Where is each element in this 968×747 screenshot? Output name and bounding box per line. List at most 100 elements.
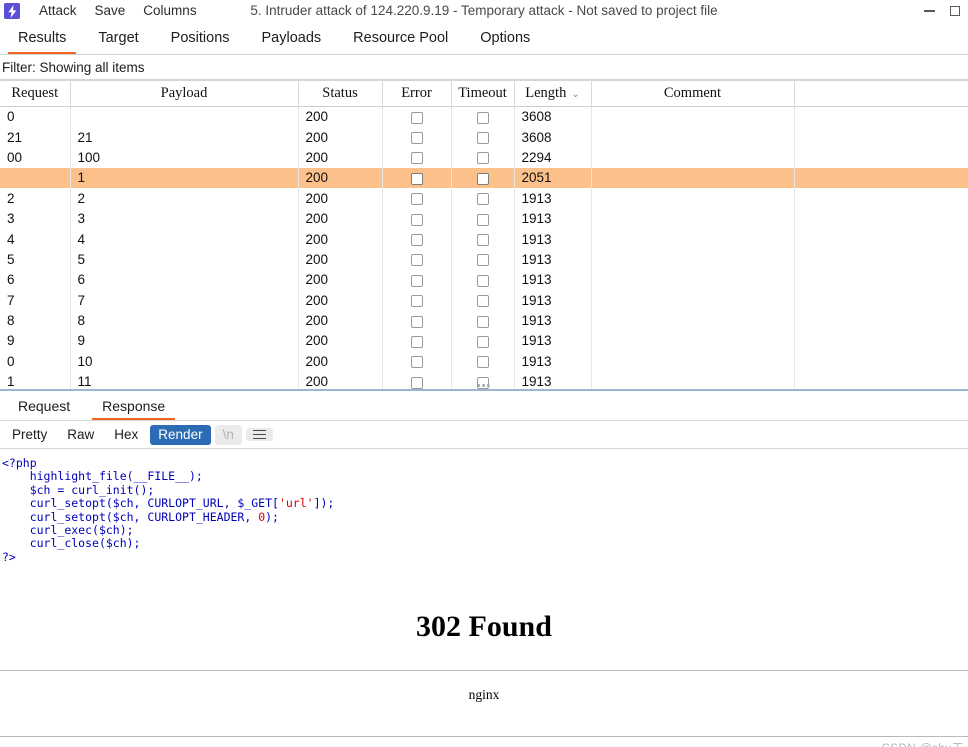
cell-error-checkbox[interactable] bbox=[382, 188, 452, 209]
cell-timeout-checkbox[interactable] bbox=[451, 228, 515, 250]
cell-timeout-checkbox[interactable] bbox=[451, 351, 515, 372]
cell-error-checkbox[interactable] bbox=[382, 126, 452, 148]
cell-error-checkbox[interactable] bbox=[382, 228, 452, 250]
tab-response[interactable]: Response bbox=[86, 391, 181, 420]
table-row[interactable]: 21 21 200 3608 bbox=[0, 126, 968, 148]
cell-error-checkbox[interactable] bbox=[382, 106, 452, 127]
tab-request[interactable]: Request bbox=[2, 391, 86, 420]
cell-error-checkbox[interactable] bbox=[382, 351, 452, 372]
table-row[interactable]: 0 10 200 1913 bbox=[0, 351, 968, 372]
tab-payloads[interactable]: Payloads bbox=[246, 22, 338, 54]
tab-results[interactable]: Results bbox=[2, 22, 82, 54]
checkbox-icon[interactable] bbox=[476, 315, 489, 328]
cell-timeout-checkbox[interactable] bbox=[451, 208, 515, 229]
checkbox-icon[interactable] bbox=[410, 274, 423, 287]
checkbox-icon[interactable] bbox=[410, 233, 423, 246]
column-header-request[interactable]: Request bbox=[0, 80, 71, 107]
checkbox-icon[interactable] bbox=[476, 254, 489, 267]
table-row[interactable]: 7 7 200 1913 bbox=[0, 290, 968, 311]
checkbox-icon[interactable] bbox=[476, 132, 489, 145]
checkbox-icon[interactable] bbox=[476, 295, 489, 308]
cell-timeout-checkbox[interactable] bbox=[451, 167, 515, 189]
view-raw-button[interactable]: Raw bbox=[59, 425, 102, 445]
cell-timeout-checkbox[interactable] bbox=[451, 126, 515, 148]
tab-positions[interactable]: Positions bbox=[155, 22, 246, 54]
checkbox-icon[interactable] bbox=[476, 172, 489, 185]
table-row[interactable]: 9 9 200 1913 bbox=[0, 330, 968, 352]
checkbox-icon[interactable] bbox=[410, 295, 423, 308]
column-header-status[interactable]: Status bbox=[298, 80, 383, 107]
menu-attack[interactable]: Attack bbox=[30, 0, 86, 22]
checkbox-icon[interactable] bbox=[410, 193, 423, 206]
table-row[interactable]: 00 100 200 2294 bbox=[0, 147, 968, 168]
table-row[interactable]: 3 3 200 1913 bbox=[0, 208, 968, 229]
cell-error-checkbox[interactable] bbox=[382, 290, 452, 311]
column-header-comment[interactable]: Comment bbox=[591, 80, 795, 107]
cell-timeout-checkbox[interactable] bbox=[451, 188, 515, 209]
column-header-length[interactable]: Length ⌄ bbox=[514, 80, 592, 107]
cell-timeout-checkbox[interactable] bbox=[451, 290, 515, 311]
table-row[interactable]: 2 2 200 1913 bbox=[0, 188, 968, 209]
checkbox-icon[interactable] bbox=[410, 315, 423, 328]
table-row[interactable]: 0 200 3608 bbox=[0, 106, 968, 127]
filter-bar[interactable]: Filter: Showing all items bbox=[0, 55, 968, 80]
menu-columns[interactable]: Columns bbox=[134, 0, 205, 22]
checkbox-icon[interactable] bbox=[410, 111, 423, 124]
table-row[interactable]: 5 5 200 1913 bbox=[0, 249, 968, 270]
column-header-timeout[interactable]: Timeout bbox=[451, 80, 515, 107]
minimize-button[interactable] bbox=[908, 0, 950, 22]
column-header-payload[interactable]: Payload bbox=[70, 80, 299, 107]
checkbox-icon[interactable] bbox=[476, 213, 489, 226]
cell-error-checkbox[interactable] bbox=[382, 330, 452, 352]
cell-timeout-checkbox[interactable] bbox=[451, 269, 515, 291]
cell-timeout-checkbox[interactable] bbox=[451, 310, 515, 331]
cell-filler bbox=[794, 229, 968, 249]
cell-error-checkbox[interactable] bbox=[382, 269, 452, 291]
checkbox-icon[interactable] bbox=[410, 152, 423, 165]
code-token: curl_setopt($ch, CURLOPT_URL, $_GET[ bbox=[29, 496, 279, 511]
table-row[interactable]: 6 6 200 1913 bbox=[0, 269, 968, 291]
checkbox-icon[interactable] bbox=[410, 356, 423, 369]
checkbox-icon[interactable] bbox=[410, 254, 423, 267]
column-header-error[interactable]: Error bbox=[382, 80, 452, 107]
cell-error-checkbox[interactable] bbox=[382, 249, 452, 270]
view-newline-button[interactable]: \n bbox=[214, 424, 242, 445]
cell-status: 200 bbox=[298, 249, 383, 270]
maximize-button[interactable] bbox=[950, 0, 968, 22]
tab-resource-pool[interactable]: Resource Pool bbox=[337, 22, 464, 54]
checkbox-icon[interactable] bbox=[410, 376, 423, 389]
hamburger-menu-icon[interactable] bbox=[245, 427, 273, 442]
tab-target[interactable]: Target bbox=[82, 22, 154, 54]
cell-error-checkbox[interactable] bbox=[382, 310, 452, 331]
checkbox-icon[interactable] bbox=[410, 213, 423, 226]
results-table-container[interactable]: Request Payload Status Error Timeout Len… bbox=[0, 80, 968, 391]
checkbox-icon[interactable] bbox=[476, 335, 489, 348]
cell-timeout-checkbox[interactable] bbox=[451, 106, 515, 127]
tab-options[interactable]: Options bbox=[464, 22, 546, 54]
table-row[interactable]: 8 8 200 1913 bbox=[0, 310, 968, 331]
view-hex-button[interactable]: Hex bbox=[106, 425, 146, 445]
checkbox-icon[interactable] bbox=[476, 193, 489, 206]
cell-error-checkbox[interactable] bbox=[382, 167, 452, 189]
table-row[interactable]: 1 200 2051 bbox=[0, 167, 968, 189]
cell-timeout-checkbox[interactable] bbox=[451, 330, 515, 352]
cell-timeout-checkbox[interactable] bbox=[451, 147, 515, 168]
checkbox-icon[interactable] bbox=[410, 132, 423, 145]
checkbox-icon[interactable] bbox=[476, 356, 489, 369]
table-row[interactable]: 4 4 200 1913 bbox=[0, 228, 968, 250]
checkbox-icon[interactable] bbox=[410, 172, 423, 185]
view-render-button[interactable]: Render bbox=[150, 424, 211, 445]
view-pretty-button[interactable]: Pretty bbox=[4, 425, 55, 445]
checkbox-icon[interactable] bbox=[476, 233, 489, 246]
cell-error-checkbox[interactable] bbox=[382, 208, 452, 229]
cell-timeout-checkbox[interactable] bbox=[451, 249, 515, 270]
menu-save[interactable]: Save bbox=[86, 0, 135, 22]
checkbox-icon[interactable] bbox=[476, 274, 489, 287]
cell-error-checkbox[interactable] bbox=[382, 147, 452, 168]
response-render-pane[interactable]: <?php highlight_file(__FILE__); $ch = cu… bbox=[0, 449, 968, 737]
code-token: <?php bbox=[2, 456, 37, 470]
checkbox-icon[interactable] bbox=[476, 111, 489, 124]
checkbox-icon[interactable] bbox=[476, 152, 489, 165]
checkbox-icon[interactable] bbox=[410, 335, 423, 348]
